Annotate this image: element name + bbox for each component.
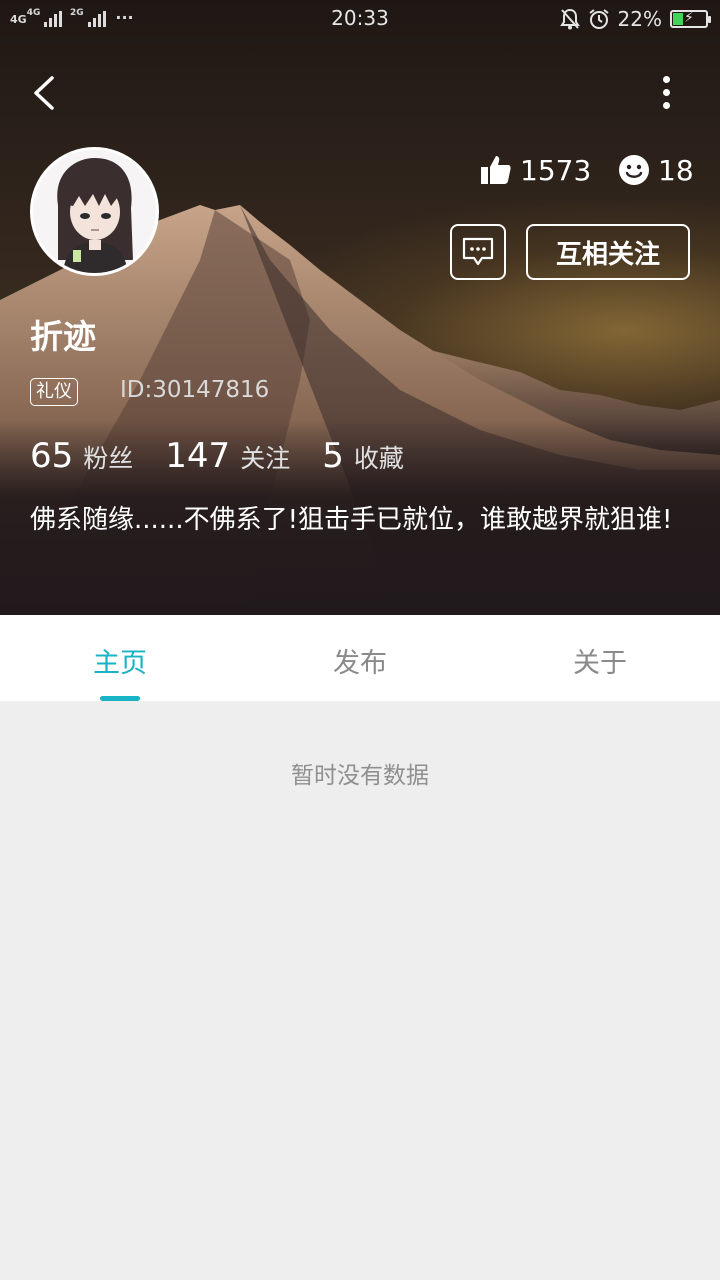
more-vertical-icon — [662, 76, 670, 83]
message-button[interactable] — [450, 224, 506, 280]
favorites-count[interactable]: 5 — [322, 436, 344, 476]
fans-count[interactable]: 65 — [30, 436, 73, 476]
user-tag: 礼仪 — [30, 378, 78, 406]
user-id: ID:30147816 — [120, 377, 270, 403]
empty-state-text: 暂时没有数据 — [291, 763, 429, 789]
smiles-stat: 18 — [618, 150, 694, 190]
back-button[interactable] — [24, 68, 64, 118]
favorites-label[interactable]: 收藏 — [354, 439, 404, 475]
fans-label[interactable]: 粉丝 — [83, 439, 133, 475]
message-icon — [462, 237, 494, 266]
status-right: 22% ⚡ — [559, 6, 711, 32]
avatar[interactable] — [30, 147, 159, 276]
avatar-image — [33, 150, 156, 273]
tab-home[interactable]: 主页 — [0, 615, 240, 701]
following-count[interactable]: 147 — [165, 436, 230, 476]
bell-off-icon — [559, 8, 580, 30]
thumbs-up-icon — [481, 156, 511, 184]
likes-stat: 1573 — [480, 150, 591, 190]
more-button[interactable] — [650, 70, 682, 116]
status-bar: 4G4G 2G ··· 20:33 22% ⚡ — [0, 0, 720, 40]
battery-icon: ⚡ — [670, 10, 711, 28]
tab-about-label: 关于 — [573, 648, 627, 679]
bio: 佛系随缘......不佛系了!狙击手已就位，谁敢越界就狙谁! — [30, 505, 673, 535]
chevron-left-icon — [34, 76, 54, 110]
profile-tabs: 主页 发布 关于 — [0, 615, 720, 701]
following-label[interactable]: 关注 — [240, 439, 290, 475]
profile-counts: 65 粉丝 147 关注 5 收藏 — [30, 436, 436, 476]
tab-indicator — [100, 696, 140, 701]
smiles-count: 18 — [658, 153, 694, 187]
tab-posts-label: 发布 — [333, 648, 387, 679]
likes-count: 1573 — [520, 153, 592, 187]
tab-posts[interactable]: 发布 — [240, 615, 480, 701]
battery-percent: 22% — [617, 7, 662, 31]
alarm-icon — [588, 9, 609, 29]
mutual-follow-button[interactable]: 互相关注 — [526, 224, 690, 280]
smile-icon — [619, 155, 649, 185]
tab-home-label: 主页 — [93, 648, 147, 679]
tab-about[interactable]: 关于 — [480, 615, 720, 701]
username: 折迹 — [30, 317, 96, 356]
